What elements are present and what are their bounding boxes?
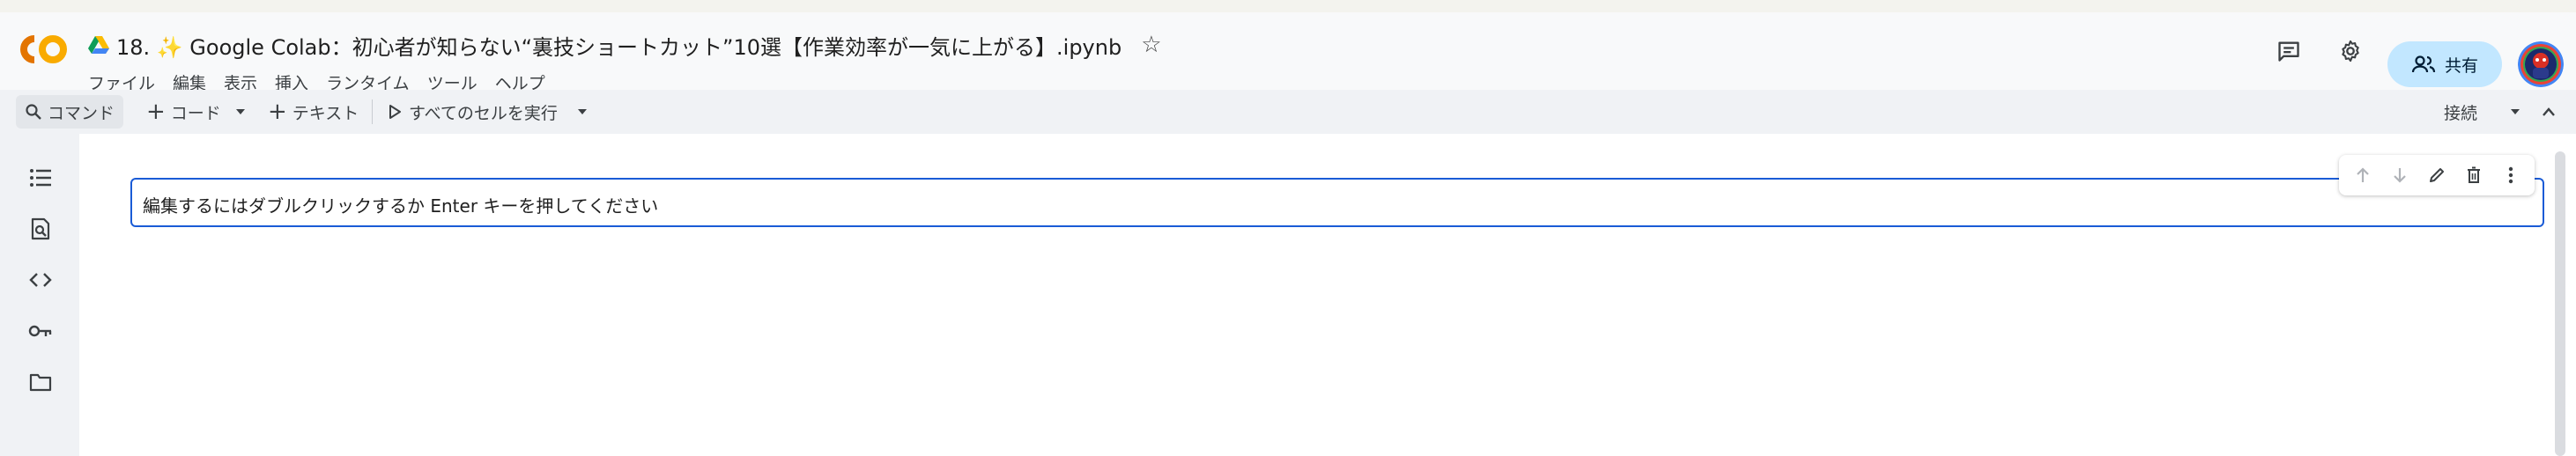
- cell-toolbar: [2339, 155, 2535, 195]
- people-icon: [2411, 55, 2436, 73]
- colab-logo[interactable]: [18, 32, 69, 67]
- left-sidebar: [0, 134, 79, 456]
- add-code-button[interactable]: + コード: [139, 95, 228, 129]
- toolbar-divider: [372, 99, 373, 124]
- plus-icon: +: [146, 99, 166, 125]
- run-all-button[interactable]: すべてのセルを実行: [381, 95, 565, 129]
- comment-icon[interactable]: [2271, 33, 2306, 69]
- add-text-label: テキスト: [292, 103, 359, 123]
- notebook-title[interactable]: 18. ✨ Google Colab：初心者が知らない“裏技ショートカット”10…: [116, 30, 1121, 61]
- pencil-icon[interactable]: [2423, 161, 2451, 189]
- notebook-toolbar: コマンド + コード + テキスト すべてのセルを実行 接続: [0, 90, 2576, 134]
- avatar[interactable]: [2518, 41, 2564, 87]
- search-icon: [26, 104, 41, 120]
- command-palette-button[interactable]: コマンド: [16, 95, 124, 129]
- command-label: コマンド: [48, 103, 115, 123]
- connect-button[interactable]: 接続: [2437, 95, 2484, 129]
- add-text-button[interactable]: + テキスト: [261, 95, 366, 129]
- more-vert-icon[interactable]: [2497, 161, 2525, 189]
- title-row: 18. ✨ Google Colab：初心者が知らない“裏技ショートカット”10…: [88, 25, 1162, 65]
- caret-down-icon: [2511, 109, 2520, 114]
- google-drive-icon[interactable]: [88, 35, 109, 55]
- add-code-label: コード: [170, 103, 221, 123]
- cell-placeholder-text[interactable]: 編集するにはダブルクリックするか Enter キーを押してください: [143, 192, 658, 217]
- plus-icon: +: [268, 99, 287, 125]
- arrow-up-icon[interactable]: [2349, 161, 2377, 189]
- connect-label: 接続: [2444, 103, 2478, 123]
- find-replace-icon[interactable]: [26, 215, 55, 243]
- vertical-scrollbar[interactable]: [2555, 151, 2565, 456]
- caret-down-icon: [578, 109, 587, 114]
- gear-icon[interactable]: [2333, 33, 2368, 69]
- notebook-header: 18. ✨ Google Colab：初心者が知らない“裏技ショートカット”10…: [0, 12, 2576, 93]
- share-label: 共有: [2444, 55, 2478, 76]
- caret-down-icon: [236, 109, 245, 114]
- text-cell[interactable]: 編集するにはダブルクリックするか Enter キーを押してください: [130, 178, 2544, 227]
- chevron-up-icon: [2543, 107, 2555, 116]
- run-all-dropdown[interactable]: [569, 95, 596, 129]
- collapse-header-button[interactable]: [2534, 95, 2564, 129]
- browser-top-strip: [0, 0, 2576, 13]
- trash-icon[interactable]: [2460, 161, 2488, 189]
- code-snippets-icon[interactable]: [26, 266, 55, 294]
- arrow-down-icon[interactable]: [2386, 161, 2414, 189]
- files-folder-icon[interactable]: [26, 368, 55, 396]
- add-code-dropdown[interactable]: [227, 95, 254, 129]
- star-icon[interactable]: ☆: [1141, 32, 1161, 58]
- play-icon: [389, 105, 401, 119]
- share-button[interactable]: 共有: [2387, 41, 2502, 87]
- secrets-key-icon[interactable]: [26, 317, 55, 345]
- connect-dropdown[interactable]: [2502, 95, 2528, 129]
- run-all-label: すべてのセルを実行: [409, 103, 558, 123]
- table-of-contents-icon[interactable]: [26, 164, 55, 192]
